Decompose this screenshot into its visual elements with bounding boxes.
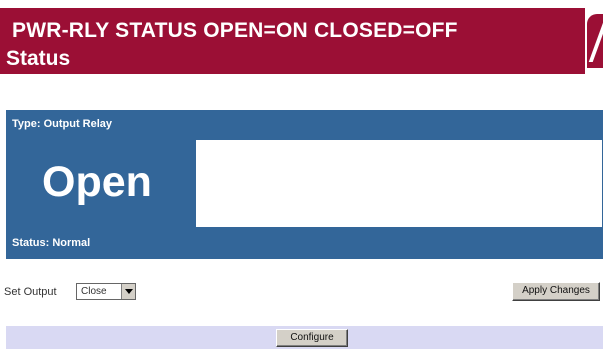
chevron-down-icon[interactable]	[121, 284, 135, 299]
relay-state-box: Open	[6, 139, 196, 227]
page-title: PWR-RLY STATUS OPEN=ON CLOSED=OFF	[12, 19, 458, 42]
relay-status-bar: Status: Normal	[6, 227, 603, 259]
set-output-select[interactable]: Close	[76, 283, 136, 300]
configure-button[interactable]: Configure	[276, 329, 348, 347]
header-corner-decoration	[585, 8, 603, 74]
apply-changes-button[interactable]: Apply Changes	[512, 282, 600, 301]
relay-state-blank-area	[196, 139, 603, 227]
relay-status-panel: Type: Output Relay Open Status: Normal	[6, 110, 603, 260]
set-output-label: Set Output	[4, 286, 57, 298]
relay-status-label: Status: Normal	[12, 237, 91, 249]
set-output-select-value: Close	[81, 286, 107, 297]
relay-type-bar: Type: Output Relay	[6, 110, 603, 139]
page-header: PWR-RLY STATUS OPEN=ON CLOSED=OFF Status	[0, 8, 603, 74]
relay-state-value: Open	[42, 158, 152, 206]
page-subtitle: Status	[6, 47, 71, 70]
footer-bar: Configure	[6, 326, 603, 349]
relay-type-label: Type: Output Relay	[12, 118, 113, 130]
